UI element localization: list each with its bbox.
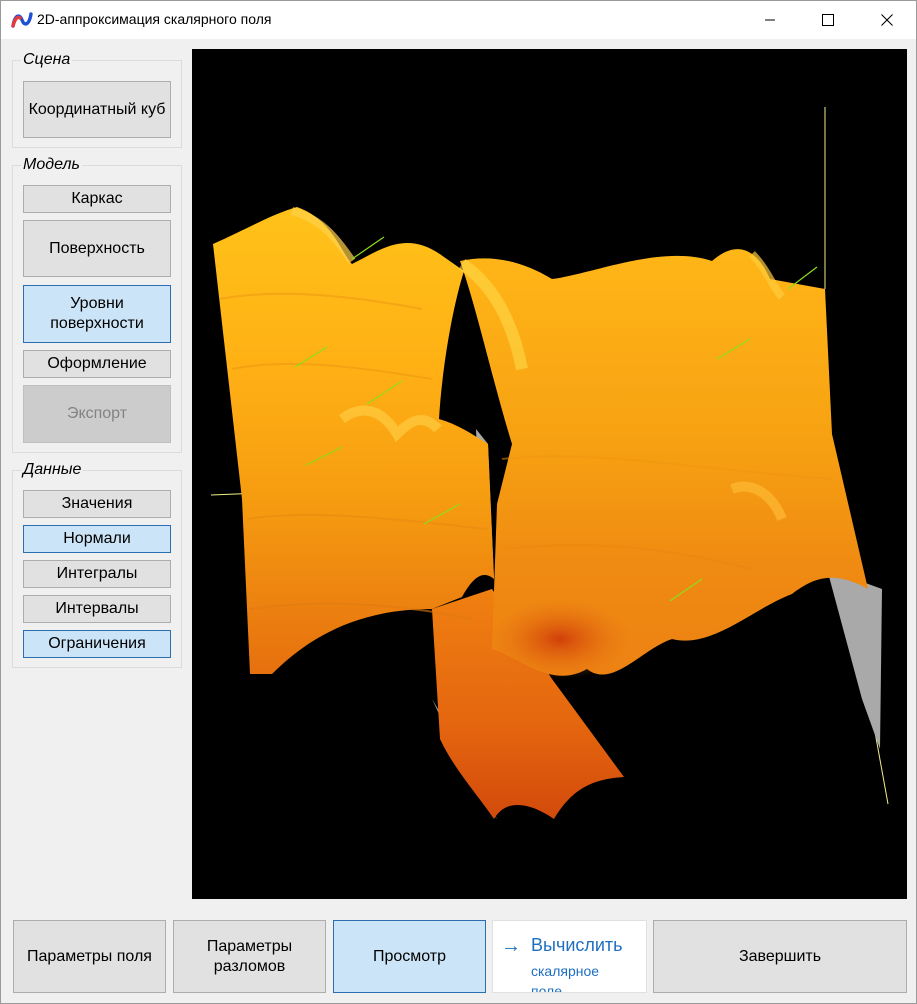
values-button[interactable]: Значения <box>23 490 171 518</box>
surface-depression <box>490 599 630 679</box>
compute-note: скалярное поле <box>531 963 600 993</box>
coordinate-cube-button[interactable]: Координатный куб <box>23 81 171 138</box>
appearance-button[interactable]: Оформление <box>23 350 171 378</box>
export-button[interactable]: Экспорт <box>23 385 171 443</box>
minimize-button[interactable] <box>741 1 799 39</box>
minimize-icon <box>765 19 775 21</box>
close-icon <box>881 14 893 26</box>
intervals-button[interactable]: Интервалы <box>23 595 171 623</box>
field-params-button[interactable]: Параметры поля <box>13 920 166 993</box>
normals-button[interactable]: Нормали <box>23 525 171 553</box>
compute-title: Вычислить <box>531 935 623 955</box>
finish-button[interactable]: Завершить <box>653 920 907 993</box>
fault-surface <box>827 569 882 749</box>
data-group-label: Данные <box>21 461 84 479</box>
view-button[interactable]: Просмотр <box>333 920 486 993</box>
wireframe-button[interactable]: Каркас <box>23 185 171 213</box>
title-bar: 2D-аппроксимация скалярного поля <box>1 1 916 39</box>
surface-levels-button[interactable]: Уровни поверхности <box>23 285 171 343</box>
integrals-button[interactable]: Интегралы <box>23 560 171 588</box>
compute-command-link[interactable]: → Вычислить скалярное поле <box>492 920 647 993</box>
maximize-icon <box>822 14 834 26</box>
surface-render <box>210 107 889 819</box>
3d-viewport[interactable] <box>192 49 907 899</box>
maximize-button[interactable] <box>799 1 857 39</box>
model-group-label: Модель <box>21 156 82 174</box>
scene-group-label: Сцена <box>21 51 73 69</box>
window-title: 2D-аппроксимация скалярного поля <box>37 11 272 27</box>
fault-params-button[interactable]: Параметры разломов <box>173 920 326 993</box>
close-button[interactable] <box>858 1 916 39</box>
arrow-right-icon: → <box>501 935 521 957</box>
surface-button[interactable]: Поверхность <box>23 220 171 277</box>
app-window: 2D-аппроксимация скалярного поля Сцена К… <box>0 0 917 1004</box>
app-logo-icon <box>11 12 33 28</box>
constraints-button[interactable]: Ограничения <box>23 630 171 658</box>
